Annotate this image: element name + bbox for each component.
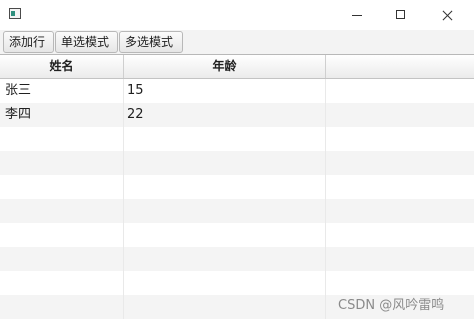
empty-row (0, 247, 474, 271)
add-row-button[interactable]: 添加行 (3, 31, 54, 53)
maximize-button[interactable] (378, 0, 424, 30)
empty-cell (0, 199, 124, 223)
cell-age[interactable]: 22 (124, 103, 326, 127)
empty-cell (326, 127, 474, 151)
empty-cell (124, 295, 326, 319)
empty-cell (124, 199, 326, 223)
empty-cell (124, 271, 326, 295)
empty-row (0, 151, 474, 175)
minimize-button[interactable] (334, 0, 380, 30)
empty-cell (124, 175, 326, 199)
empty-cell (326, 247, 474, 271)
empty-cell (0, 271, 124, 295)
empty-cell (0, 295, 124, 319)
empty-cell (0, 247, 124, 271)
empty-cell (326, 223, 474, 247)
empty-cell (124, 127, 326, 151)
empty-cell (326, 271, 474, 295)
cell-name[interactable]: 张三 (0, 79, 124, 103)
empty-row (0, 199, 474, 223)
empty-row (0, 127, 474, 151)
table-header: 姓名 年龄 (0, 55, 474, 79)
toolbar: 添加行 单选模式 多选模式 (0, 30, 474, 55)
csdn-watermark: CSDN @风吟雷鸣 (338, 298, 445, 313)
empty-cell (0, 127, 124, 151)
title-bar (0, 0, 474, 30)
empty-cell (326, 175, 474, 199)
empty-cell (124, 223, 326, 247)
empty-row (0, 271, 474, 295)
table-row[interactable]: 张三 15 (0, 79, 474, 103)
table-row[interactable]: 李四 22 (0, 103, 474, 127)
cell-name[interactable]: 李四 (0, 103, 124, 127)
empty-row (0, 223, 474, 247)
empty-cell (124, 247, 326, 271)
empty-cell (0, 151, 124, 175)
empty-cell (124, 151, 326, 175)
empty-cell (326, 151, 474, 175)
cell-age[interactable]: 15 (124, 79, 326, 103)
empty-cell (0, 175, 124, 199)
column-header-age[interactable]: 年龄 (124, 55, 326, 78)
data-table[interactable]: 姓名 年龄 张三 15 李四 22 (0, 54, 474, 319)
empty-cell (0, 223, 124, 247)
empty-row (0, 175, 474, 199)
multi-select-mode-button[interactable]: 多选模式 (119, 31, 183, 53)
column-header-filler (326, 55, 474, 78)
single-select-mode-button[interactable]: 单选模式 (55, 31, 118, 53)
close-button[interactable] (424, 0, 470, 30)
cell-filler (326, 79, 474, 103)
empty-cell (326, 199, 474, 223)
cell-filler (326, 103, 474, 127)
app-icon (9, 8, 21, 19)
column-header-name[interactable]: 姓名 (0, 55, 124, 78)
